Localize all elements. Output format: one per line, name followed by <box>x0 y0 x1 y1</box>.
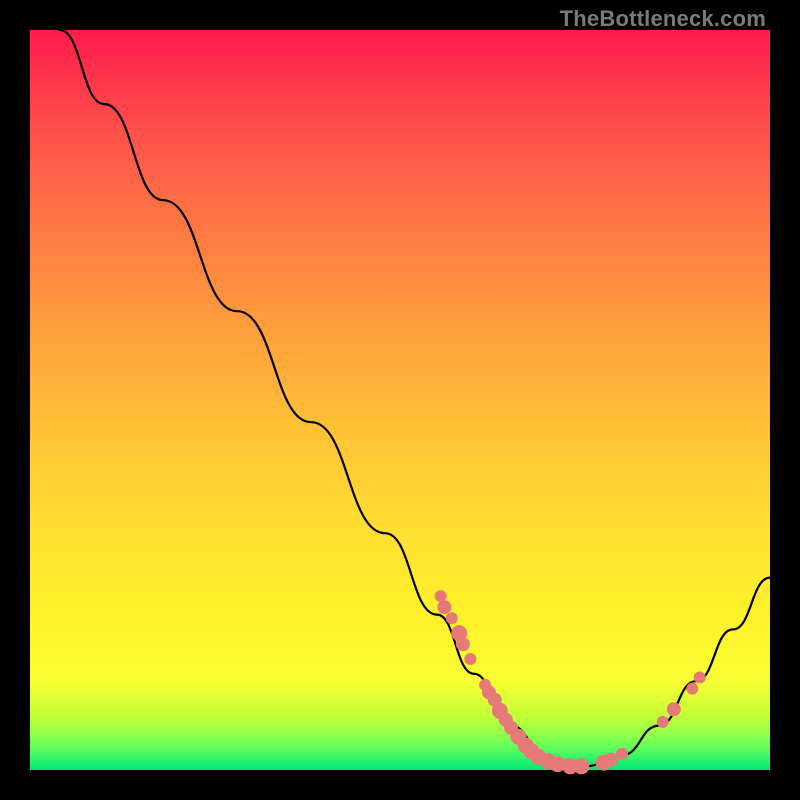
data-marker <box>616 748 628 760</box>
watermark-text: TheBottleneck.com <box>560 6 766 32</box>
data-marker <box>446 612 458 624</box>
marker-group <box>435 590 706 774</box>
data-marker <box>604 753 618 767</box>
data-marker <box>667 702 681 716</box>
data-marker <box>573 758 589 774</box>
bottleneck-curve <box>60 30 770 766</box>
data-marker <box>464 653 476 665</box>
chart-svg <box>30 30 770 770</box>
data-marker <box>437 600 451 614</box>
data-marker <box>456 637 470 651</box>
data-marker <box>686 683 698 695</box>
data-marker <box>694 672 706 684</box>
data-marker <box>657 716 669 728</box>
